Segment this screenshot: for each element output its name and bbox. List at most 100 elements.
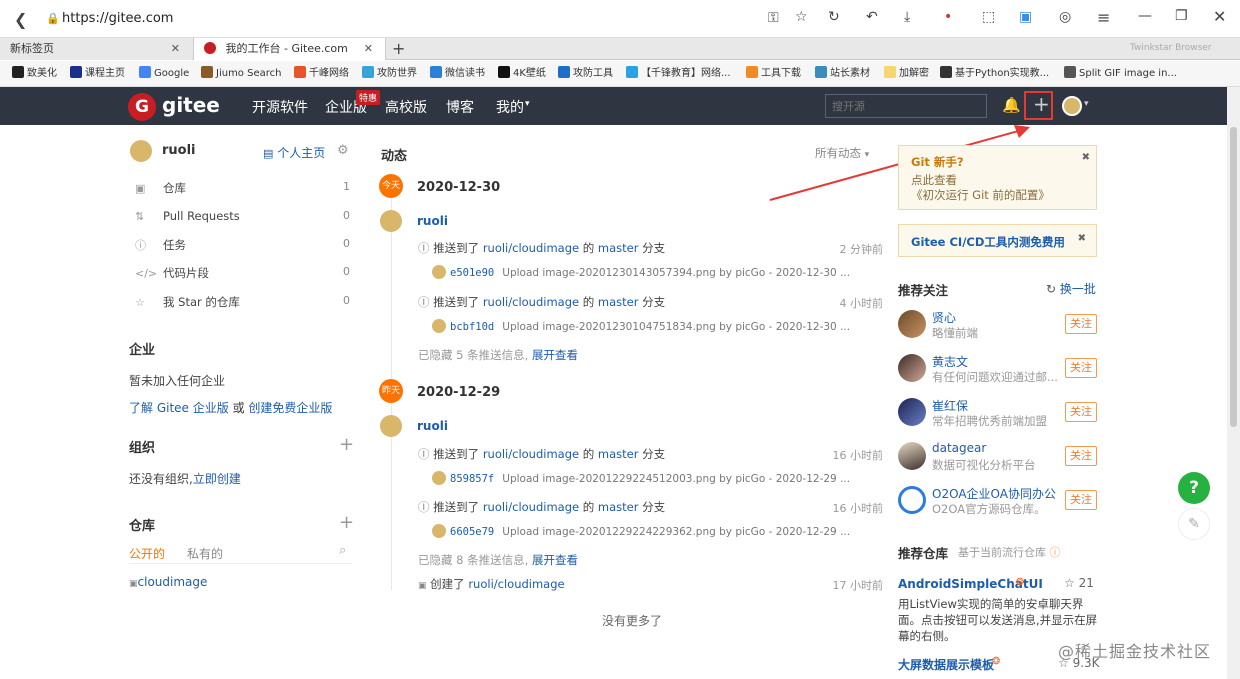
avatar[interactable] [898,486,926,514]
repo-item[interactable]: ▣cloudimage [129,575,207,589]
feed-user[interactable]: ruoli [417,419,448,433]
restore-icon[interactable]: ❐ [1175,8,1188,24]
menu-icon[interactable]: ≡ [1097,8,1110,27]
tab-private[interactable]: 私有的 [187,545,223,562]
follow-button[interactable]: 关注 [1065,314,1097,334]
new-tab-icon[interactable]: + [392,39,405,58]
user-name[interactable]: 黄志文 [932,353,968,370]
nav-mine[interactable]: 我的 [496,97,524,117]
extension2-icon[interactable]: ◎ [1059,9,1071,25]
user-name[interactable]: datagear [932,441,986,455]
branch-link[interactable]: master [598,241,639,255]
repo-stars[interactable]: ☆ 21 [1064,576,1094,590]
bookmark-item[interactable]: 致美化 [12,66,57,82]
avatar[interactable] [380,415,402,437]
bookmark-item[interactable]: 微信读书 [430,66,485,82]
username[interactable]: ruoli [162,143,196,158]
avatar[interactable] [1062,96,1082,116]
avatar[interactable] [898,398,926,426]
create-enterprise-link[interactable]: 创建免费企业版 [248,401,332,415]
user-name[interactable]: O2OA企业OA协同办公 [932,485,1056,502]
help-button[interactable]: ? [1178,472,1210,504]
close-icon[interactable]: ✖ [1082,152,1090,163]
close-icon[interactable]: ✕ [364,38,373,60]
add-org-icon[interactable]: + [339,434,354,455]
homepage-link[interactable]: ▤ 个人主页 [263,144,325,161]
sidebar-item-snippets[interactable]: </> 代码片段 0 [135,265,350,283]
page-scrollbar[interactable] [1227,87,1240,679]
commit-sha[interactable]: 6605e79 [450,526,494,538]
follow-button[interactable]: 关注 [1065,490,1097,510]
bookmark-item[interactable]: 4K壁纸 [498,66,546,82]
sidebar-item-issues[interactable]: ⓘ 任务 0 [135,237,350,255]
gitee-wordmark[interactable]: gitee [162,93,220,117]
url-field[interactable]: https://gitee.com [62,11,173,26]
gear-icon[interactable]: ⚙ [337,143,349,158]
branch-link[interactable]: master [598,295,639,309]
cicd-link[interactable]: Gitee CI/CD工具内测免费用 [911,234,1065,250]
gitee-logo-icon[interactable]: G [128,93,156,121]
download-icon[interactable]: ⤓ [904,9,910,25]
user-name[interactable]: 贤心 [932,309,956,326]
nav-blog[interactable]: 博客 [446,97,474,117]
minimize-icon[interactable]: — [1138,8,1152,24]
close-window-icon[interactable]: ✕ [1213,7,1226,26]
star-icon[interactable]: ☆ [795,9,808,25]
avatar[interactable] [130,140,152,162]
add-repo-icon[interactable]: + [339,512,354,533]
branch-link[interactable]: master [598,447,639,461]
follow-button[interactable]: 关注 [1065,402,1097,422]
back-icon[interactable]: ❮ [14,10,27,29]
feedback-button[interactable]: ✎ [1178,508,1210,540]
bookmark-item[interactable]: 千峰网络 [294,66,349,82]
crop-icon[interactable]: ⬚ [982,9,995,25]
sidebar-item-pulls[interactable]: ⇅ Pull Requests 0 [135,209,350,227]
tip-link[interactable]: 《初次运行 Git 前的配置》 [911,188,1050,202]
scrollbar-thumb[interactable] [1230,127,1237,427]
feed-filter[interactable]: 所有动态 ▾ [815,145,869,161]
follow-button[interactable]: 关注 [1065,446,1097,466]
bookmark-item[interactable]: 课程主页 [70,66,125,82]
bookmark-item[interactable]: 攻防世界 [362,66,417,82]
refresh-link[interactable]: ↻ 换一批 [1046,280,1096,297]
bookmark-item[interactable]: 攻防工具 [558,66,613,82]
avatar[interactable] [898,354,926,382]
expand-link[interactable]: 展开查看 [532,348,578,362]
tab-public[interactable]: 公开的 [129,545,165,562]
expand-link[interactable]: 展开查看 [532,553,578,567]
create-org-link[interactable]: 立即创建 [193,472,241,486]
avatar[interactable] [380,210,402,232]
avatar[interactable] [898,442,926,470]
sidebar-item-stars[interactable]: ☆ 我 Star 的仓库 0 [135,294,350,312]
undo-icon[interactable]: ↶ [866,9,878,25]
repo-link[interactable]: ruoli/cloudimage [483,447,579,461]
learn-enterprise-link[interactable]: 了解 Gitee 企业版 [129,401,229,415]
commit-sha[interactable]: 859857f [450,473,494,485]
help-icon[interactable]: ⓘ [1050,546,1061,559]
bookmark-item[interactable]: 【千锋教育】网络... [626,66,731,82]
avatar[interactable] [898,310,926,338]
screenshot-icon[interactable]: ▣ [1019,9,1032,25]
nav-opensource[interactable]: 开源软件 [252,97,308,117]
bookmark-item[interactable]: Google [139,66,189,82]
sidebar-item-repos[interactable]: ▣ 仓库 1 [135,180,350,198]
tab-gitee[interactable]: 我的工作台 - Gitee.com ✕ [193,38,386,60]
extension-icon[interactable]: • [944,9,952,25]
follow-button[interactable]: 关注 [1065,358,1097,378]
bookmark-item[interactable]: 工具下载 [746,66,801,82]
commit-sha[interactable]: bcbf10d [450,321,494,333]
repo-link[interactable]: ruoli/cloudimage [483,295,579,309]
repo-link[interactable]: ruoli/cloudimage [483,241,579,255]
bell-icon[interactable]: 🔔 [1002,96,1021,114]
search-icon[interactable]: ⌕ [339,543,346,558]
tab-new[interactable]: 新标签页 ✕ [0,38,192,60]
repo-name[interactable]: 大屏数据展示模板 [898,656,994,673]
close-icon[interactable]: ✖ [1078,233,1086,244]
search-input[interactable] [825,94,987,118]
key-icon[interactable]: ⚿ [768,10,779,26]
bookmark-item[interactable]: 站长素材 [815,66,870,82]
close-icon[interactable]: ✕ [171,38,180,60]
nav-education[interactable]: 高校版 [385,97,427,117]
feed-user[interactable]: ruoli [417,214,448,228]
commit-sha[interactable]: e501e90 [450,267,494,279]
